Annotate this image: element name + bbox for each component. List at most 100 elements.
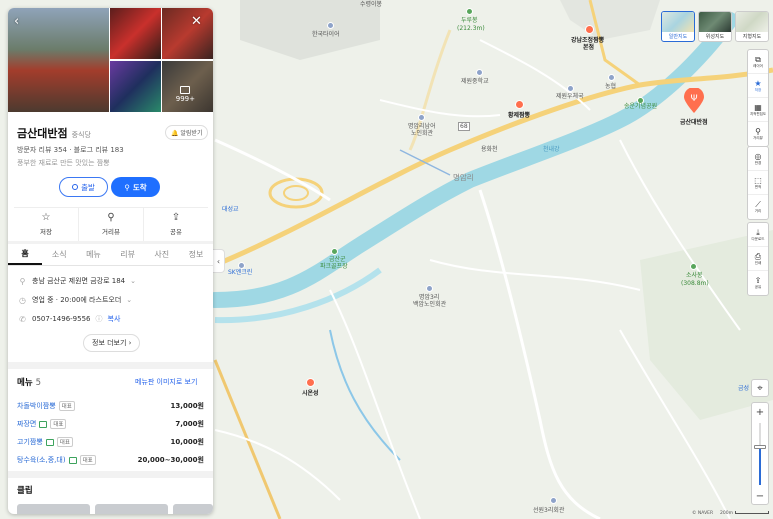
share-icon: ⇪ (171, 212, 181, 223)
map-label: (212.3m) (457, 25, 485, 32)
hours-row[interactable]: ◷ 영업 중 · 20:00에 라스트오더 ⌄ (18, 295, 132, 305)
menu-section-title: 메뉴 5 (17, 376, 41, 388)
menu-image-link[interactable]: 메뉴판 이미지로 보기 (135, 377, 197, 387)
map-tools-export: ⤓ 다운로드 ⎙ 인쇄 ⇪ 공유 (747, 222, 769, 296)
map-label: 제원우체국 (556, 93, 584, 100)
download-button[interactable]: ⤓ 다운로드 (748, 223, 768, 247)
tool-label: 지적편집도 (749, 111, 767, 116)
info-icon[interactable]: ⓘ (96, 314, 103, 324)
map-label: 제원중학교 (461, 78, 489, 85)
street-view-button[interactable]: ⚲ 거리뷰 (748, 122, 768, 146)
map-label: 파크골프장 (320, 263, 348, 270)
selected-place-pin-icon[interactable]: Ψ (683, 88, 705, 114)
place-photo-main[interactable] (8, 8, 109, 112)
action-bar: ☆ 저장 ⚲ 거리뷰 ⇪ 공유 (14, 207, 208, 241)
saved-button[interactable]: ★ 저장 (748, 74, 768, 98)
map-type-normal[interactable]: 일반지도 (661, 11, 695, 42)
radius-button[interactable]: ◎ 반경 (748, 147, 768, 171)
menu-item[interactable]: 차돌박이짬뽕 대표 13,000원 (17, 401, 204, 411)
phone-text[interactable]: 0507-1496-9556 (32, 315, 91, 323)
poi-marker[interactable] (608, 74, 615, 81)
poi-marker[interactable] (476, 69, 483, 76)
more-info-button[interactable]: 정보 더보기 › (83, 334, 141, 352)
zoom-control: + − (751, 402, 769, 505)
tab-news[interactable]: 소식 (42, 244, 76, 265)
tab-home[interactable]: 홈 (8, 244, 43, 265)
share-button[interactable]: ⇪ 공유 (144, 208, 208, 241)
place-photo[interactable] (110, 8, 161, 59)
area-button[interactable]: ⬚ 면적 (748, 171, 768, 195)
my-location-button[interactable]: ⌖ (751, 379, 769, 397)
mountain-marker[interactable] (466, 8, 473, 15)
start-button[interactable]: 출발 (59, 177, 108, 197)
map-type-satellite[interactable]: 위성지도 (698, 11, 732, 42)
park-marker[interactable] (331, 248, 338, 255)
street-view-panel-button[interactable]: ⚲ 거리뷰 (79, 208, 144, 241)
restaurant-marker[interactable] (515, 100, 524, 109)
share-map-button[interactable]: ⇪ 공유 (748, 271, 768, 295)
arrive-button[interactable]: ⚲ 도착 (111, 177, 160, 197)
distance-button[interactable]: ⟋ 거리 (748, 195, 768, 219)
cadastral-button[interactable]: ▦ 지적편집도 (748, 98, 768, 122)
zoom-out-button[interactable]: − (752, 488, 768, 504)
menu-item-name: 탕수육(소,중,대) (17, 456, 66, 464)
scale-bar (734, 511, 769, 514)
layers-button[interactable]: ⧉ 레이어 (748, 50, 768, 74)
phone-icon: ✆ (19, 314, 26, 324)
poi-marker[interactable] (567, 85, 574, 92)
panel-collapse-button[interactable]: ‹ (213, 249, 225, 273)
review-summary[interactable]: 방문자 리뷰 354 · 블로그 리뷰 183 (17, 145, 124, 155)
menu-item[interactable]: 짜장면 대표 7,000원 (17, 419, 204, 429)
mountain-marker[interactable] (690, 263, 697, 270)
tab-reviews[interactable]: 리뷰 (111, 244, 145, 265)
photo-icon (68, 456, 77, 464)
save-button[interactable]: ☆ 저장 (14, 208, 79, 241)
poi-marker[interactable] (327, 22, 334, 29)
zoom-slider-handle[interactable] (754, 444, 766, 449)
place-photo[interactable] (110, 61, 161, 112)
print-button[interactable]: ⎙ 인쇄 (748, 247, 768, 271)
map-scale: 200m (720, 511, 769, 516)
action-label: 공유 (170, 228, 182, 236)
address-row[interactable]: ⚲ 충남 금산군 제원면 금강로 184 ⌄ (18, 276, 136, 286)
menu-item[interactable]: 탕수육(소,중,대) 대표 20,000~30,000원 (17, 455, 204, 465)
area-icon: ⬚ (754, 175, 762, 185)
title-row: 금산대반점 중식당 (17, 125, 91, 141)
place-category: 중식당 (71, 131, 91, 139)
tab-info[interactable]: 정보 (179, 244, 213, 265)
layers-icon: ⧉ (755, 54, 761, 64)
action-label: 저장 (40, 228, 52, 236)
action-label: 거리뷰 (102, 228, 120, 236)
back-arrow-icon[interactable]: ‹ (14, 14, 19, 29)
notify-label: 알림받기 (180, 130, 203, 137)
place-detail-panel: ‹ ✕ 999+ 금산대반점 중식당 🔔 알림받기 방문자 리뷰 354 · 블… (8, 8, 213, 514)
tab-photos[interactable]: 사진 (145, 244, 179, 265)
restaurant-marker[interactable] (306, 378, 315, 387)
close-icon[interactable]: ✕ (191, 14, 202, 29)
place-photo[interactable] (162, 8, 213, 59)
tool-label: 반경 (754, 160, 762, 165)
image-icon (180, 86, 191, 94)
photo-count[interactable]: 999+ (176, 86, 195, 103)
map-label: 금성 (738, 385, 750, 392)
poi-marker[interactable] (238, 262, 245, 269)
poi-marker[interactable] (418, 114, 425, 121)
restaurant-marker[interactable] (585, 25, 594, 34)
poi-marker[interactable] (426, 285, 433, 292)
clip-thumbnail[interactable] (173, 504, 213, 514)
chevron-down-icon: ⌄ (126, 296, 133, 304)
start-icon (72, 184, 79, 190)
tab-menu[interactable]: 메뉴 (76, 244, 110, 265)
notify-button[interactable]: 🔔 알림받기 (165, 125, 209, 140)
copy-phone-button[interactable]: 복사 (108, 314, 121, 324)
menu-title: 메뉴 (17, 378, 33, 388)
photo-icon (45, 438, 54, 446)
zoom-in-button[interactable]: + (752, 404, 768, 420)
clip-thumbnail[interactable] (95, 504, 168, 514)
menu-item[interactable]: 고기짬뽕 대표 10,000원 (17, 437, 204, 447)
tool-label: 다운로드 (751, 236, 765, 241)
map-type-terrain[interactable]: 지형지도 (735, 11, 769, 42)
clip-thumbnail[interactable] (17, 504, 90, 514)
poi-marker[interactable] (550, 497, 557, 504)
signature-badge: 대표 (79, 455, 96, 465)
